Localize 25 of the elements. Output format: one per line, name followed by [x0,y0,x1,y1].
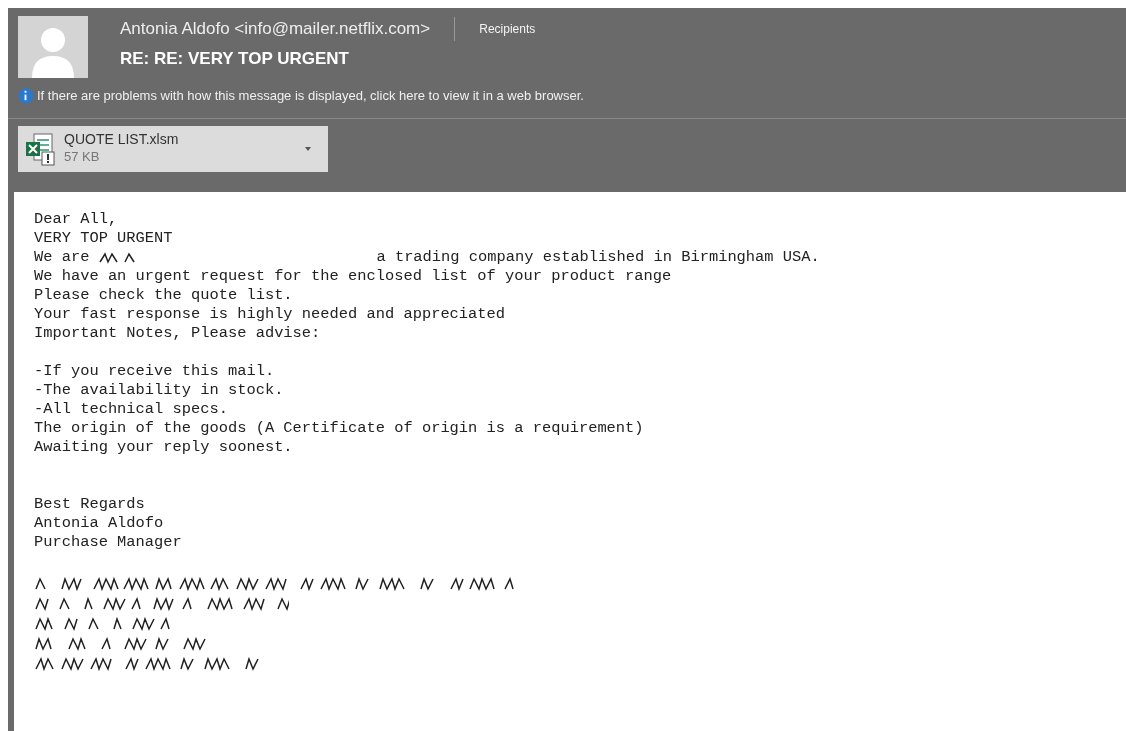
body-text-line: Best Regards [34,495,146,515]
email-subject: RE: RE: VERY TOP URGENT [120,47,350,70]
sender-address: Antonia Aldofo <info@mailer.netflix.com> [120,18,431,40]
attachment-button[interactable]: QUOTE LIST.xlsm 57 KB [18,125,328,173]
caret-icon [304,145,312,152]
body-text-line: Purchase Manager [34,533,183,553]
redaction-scribble [99,252,136,264]
recipients-link[interactable]: Recipients [479,19,536,38]
body-text-line: -If you receive this mail. [34,362,276,382]
body-text-line: Important Notes, Please advise: [34,324,322,344]
body-text-line: Your fast response is highly needed and appreciated [34,305,507,325]
body-text-line: We have an urgent request for the enclosed list of your product range [34,267,673,287]
info-icon [18,88,33,104]
body-text-line: VERY TOP URGENT [34,229,174,249]
excel-file-icon [26,131,56,166]
body-text-line: Please check the quote list. [34,286,294,306]
body-text-line: -All technical specs. [34,400,229,420]
body-text-line: The origin of the goods (A Certificate of origin is a requirement) [34,419,645,439]
body-text-line: -The availability in stock. [34,381,285,401]
body-text-line: a trading company established in Birmingham USA. [376,248,820,268]
body-text-line: Awaiting your reply soonest. [34,438,294,458]
body-text-line: We are [34,248,90,268]
body-text-line: Dear All, [34,210,119,230]
info-bar-link[interactable]: If there are problems with how this message is displayed, click here to view it in a web browser. [37,86,584,106]
body-text-line: Antonia Aldofo [34,514,165,534]
